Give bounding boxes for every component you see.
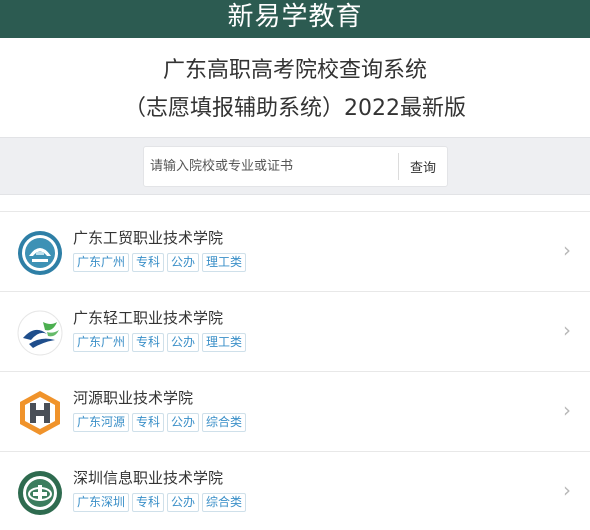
category-tag: 综合类 bbox=[202, 413, 247, 432]
school-name: 深圳信息职业技术学院 bbox=[73, 469, 224, 487]
level-tag: 专科 bbox=[132, 493, 165, 512]
school-tags: 广东河源 专科 公办 综合类 bbox=[73, 411, 249, 432]
search-box: 查询 bbox=[143, 146, 448, 187]
level-tag: 专科 bbox=[132, 413, 165, 432]
hyzy-logo-icon bbox=[20, 391, 60, 435]
ownership-tag: 公办 bbox=[167, 413, 200, 432]
category-tag: 理工类 bbox=[202, 333, 247, 352]
ownership-tag: 公办 bbox=[167, 253, 200, 272]
school-name: 广东轻工职业技术学院 bbox=[73, 309, 224, 327]
school-name: 广东工贸职业技术学院 bbox=[73, 229, 224, 247]
level-tag: 专科 bbox=[132, 333, 165, 352]
chevron-right-icon: › bbox=[563, 318, 571, 342]
chevron-right-icon: › bbox=[563, 398, 571, 422]
school-tags: 广东广州 专科 公办 理工类 bbox=[73, 251, 249, 272]
school-tags: 广东广州 专科 公办 理工类 bbox=[73, 331, 249, 352]
category-tag: 综合类 bbox=[202, 493, 247, 512]
location-tag: 广东广州 bbox=[73, 333, 130, 352]
gdgm-logo-icon bbox=[18, 231, 62, 275]
page-title-line2: （志愿填报辅助系统）2022最新版 bbox=[124, 96, 466, 121]
szxx-logo-icon bbox=[18, 471, 62, 515]
search-bar: 查询 bbox=[0, 137, 590, 195]
school-list-item[interactable]: 河源职业技术学院 广东河源 专科 公办 综合类 › bbox=[0, 372, 590, 452]
ownership-tag: 公办 bbox=[167, 333, 200, 352]
location-tag: 广东深圳 bbox=[73, 493, 130, 512]
chevron-right-icon: › bbox=[563, 478, 571, 502]
search-input[interactable] bbox=[144, 147, 397, 186]
page-title: 广东高职高考院校查询系统 （志愿填报辅助系统）2022最新版 bbox=[0, 52, 590, 128]
school-list-item[interactable]: 广东轻工职业技术学院 广东广州 专科 公办 理工类 › bbox=[0, 292, 590, 372]
location-tag: 广东广州 bbox=[73, 253, 130, 272]
chevron-right-icon: › bbox=[563, 238, 571, 262]
school-tags: 广东深圳 专科 公办 综合类 bbox=[73, 491, 249, 512]
gdqg-logo-icon bbox=[17, 310, 63, 356]
ownership-tag: 公办 bbox=[167, 493, 200, 512]
school-list-item[interactable]: 广东工贸职业技术学院 广东广州 专科 公办 理工类 › bbox=[0, 212, 590, 292]
category-tag: 理工类 bbox=[202, 253, 247, 272]
school-list-item[interactable]: 深圳信息职业技术学院 广东深圳 专科 公办 综合类 › bbox=[0, 452, 590, 530]
search-button[interactable]: 查询 bbox=[399, 147, 447, 186]
page-title-line1: 广东高职高考院校查询系统 bbox=[162, 58, 427, 83]
brand-header: 新易学教育 bbox=[0, 0, 590, 38]
level-tag: 专科 bbox=[132, 253, 165, 272]
location-tag: 广东河源 bbox=[73, 413, 130, 432]
school-name: 河源职业技术学院 bbox=[73, 389, 194, 407]
